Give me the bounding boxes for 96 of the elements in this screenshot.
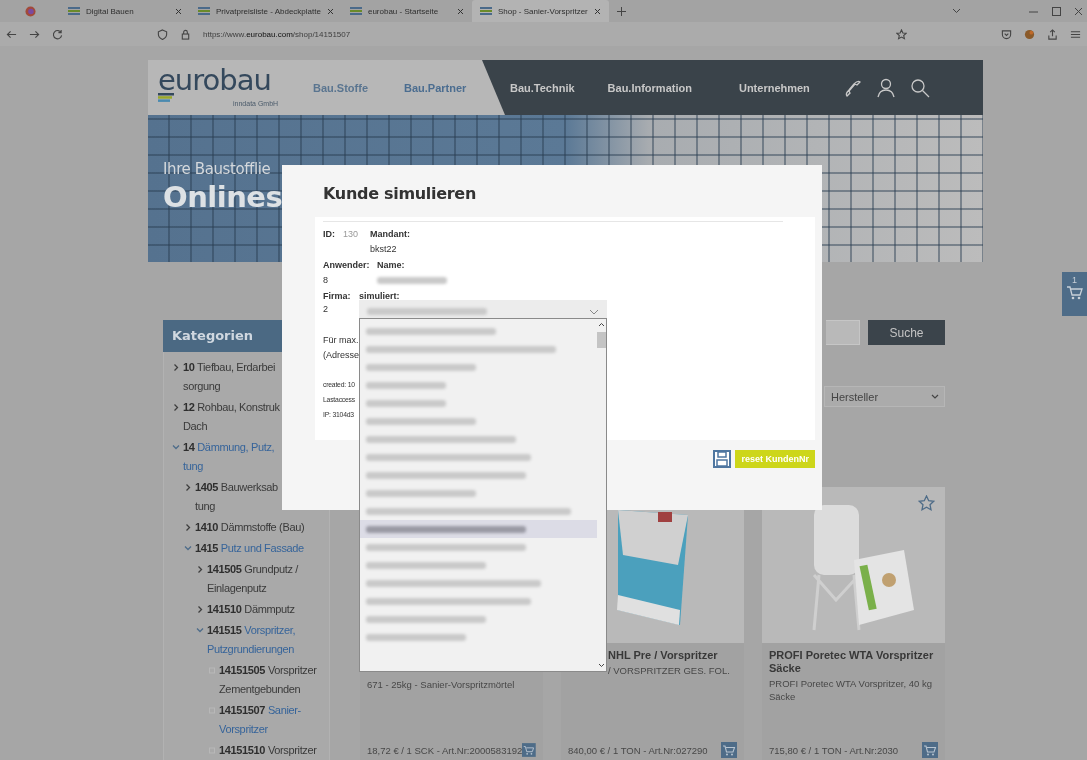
chevron-right-icon[interactable] [172, 363, 180, 372]
browser-tab[interactable]: Digital Bauen [60, 0, 190, 22]
category-link[interactable]: 14151507 Sanier- Vorspritzer [219, 701, 301, 739]
field-label: Mandant: [370, 228, 410, 239]
chevron-down-icon[interactable] [196, 626, 204, 635]
field-label: simuliert: [359, 290, 400, 301]
category-link[interactable]: 141505 Grundputz / Einlagenputz [207, 560, 298, 598]
tab-favicon-icon [479, 6, 492, 16]
extension-icon[interactable] [1024, 28, 1035, 40]
chevron-right-icon[interactable] [196, 605, 204, 614]
field-label: Anwender: [323, 259, 371, 270]
search-field[interactable] [826, 320, 860, 345]
category-link[interactable]: 1405 Bauwerksab tung [195, 478, 278, 516]
category-link[interactable]: 141510 Dämmputz [207, 600, 295, 619]
note-text: (Adresse [323, 350, 359, 360]
category-link[interactable]: 141515 Vorspritzer, Putzgrundierungen [207, 621, 296, 659]
tab-favicon-icon [68, 6, 80, 16]
cart-icon[interactable] [721, 742, 737, 758]
field-value: bkst22 [370, 244, 397, 255]
product-price: 840,00 € / 1 TON - Art.Nr:027290 [568, 744, 708, 756]
close-icon[interactable] [456, 7, 464, 15]
close-icon[interactable] [1075, 6, 1083, 16]
pocket-icon[interactable] [1001, 28, 1012, 40]
nav-link[interactable]: Bau.Information [607, 81, 692, 94]
back-arrow-icon[interactable] [6, 28, 17, 40]
browser-tab[interactable]: Shop - Sanier-Vorspritzer [471, 0, 609, 22]
menu-icon[interactable] [1070, 28, 1081, 40]
user-icon[interactable] [875, 77, 896, 98]
hero-headline: Onlines [163, 180, 283, 214]
close-icon[interactable] [175, 7, 182, 15]
forward-arrow-icon[interactable] [29, 28, 40, 40]
redacted-text [377, 276, 447, 284]
cart-icon[interactable] [522, 742, 536, 758]
tab-favicon-icon [349, 6, 362, 16]
product-title[interactable]: PROFI Poretec WTA Vorspritzer Säcke [769, 649, 938, 675]
chevron-right-icon[interactable] [184, 523, 192, 532]
field-label: Name: [377, 259, 405, 270]
browser-tab[interactable]: Privatpreisliste - Abdeckplatte [190, 0, 342, 22]
close-icon[interactable] [593, 7, 601, 15]
lock-icon[interactable] [180, 28, 191, 40]
product-price: 18,72 € / 1 SCK - Art.Nr:2000583192 [367, 744, 523, 756]
scroll-down-icon[interactable] [598, 663, 605, 668]
logo-stripes-icon [158, 93, 174, 102]
product-description: / VORSPRITZER GES. FOL. [608, 664, 731, 677]
field-label: Firma: [323, 290, 352, 301]
cart-count: 1 [1072, 275, 1077, 285]
field-value: 8 [323, 275, 329, 286]
new-tab-icon[interactable] [616, 6, 626, 16]
category-link[interactable]: 14151505 Vorspritzer Zementgebunden [219, 661, 317, 699]
field-value: 130 [343, 228, 360, 239]
chevron-down-icon[interactable] [952, 8, 961, 14]
product-price: 715,80 € / 1 TON - Art.Nr:2030 [769, 744, 899, 756]
category-link[interactable]: 10 Tiefbau, Erdarbei sorgung [183, 358, 276, 396]
chevron-down-icon[interactable] [589, 308, 599, 315]
hero-tagline: Ihre Baustofflie [163, 160, 271, 178]
chevron-right-icon[interactable] [172, 403, 180, 412]
chevron-down-icon[interactable] [172, 443, 180, 452]
browser-tab[interactable]: eurobau - Startseite [341, 0, 472, 22]
product-description: PROFI Poretec WTA Vorspritzer, 40 kg Säcke [769, 677, 933, 703]
search-icon[interactable] [909, 77, 930, 98]
cart-icon[interactable] [1065, 285, 1084, 301]
category-link[interactable]: 14151510 Vorspritzer [219, 741, 317, 760]
chevron-down-icon[interactable] [931, 394, 939, 399]
category-link[interactable]: 14 Dämmung, Putz, tung [183, 438, 275, 476]
dropdown-option[interactable] [360, 520, 597, 538]
category-link[interactable]: 12 Rohbau, Konstruk Dach [183, 398, 280, 436]
share-icon[interactable] [1047, 28, 1058, 40]
nav-link[interactable]: Bau.Technik [510, 81, 575, 94]
shield-icon[interactable] [157, 28, 168, 40]
field-label: ID: [323, 228, 336, 239]
search-button[interactable]: Suche [868, 320, 945, 345]
nav-link[interactable]: Unternehmen [738, 81, 810, 94]
dialog-title: Kunde simulieren [322, 183, 477, 205]
product-title[interactable]: NHL Pre / Vorspritzer [608, 649, 737, 662]
chevron-down-icon[interactable] [184, 544, 192, 553]
address-url[interactable]: https://www.eurobau.com/shop/14151507 [203, 29, 351, 39]
category-link[interactable]: 1410 Dämmstoffe (Bau) [195, 518, 305, 537]
tab-favicon-icon [198, 6, 210, 16]
category-link[interactable]: 1415 Putz und Fassade [195, 539, 304, 558]
scrollbar-thumb[interactable] [597, 332, 606, 348]
product-card[interactable]: PROFI Poretec WTA Vorspritzer Säcke PROFI Poretec WTA Vorspritzer, 40 kg Säcke 715,80 € / 1 TON - Art.Nr:2030 [762, 487, 945, 760]
product-description: 671 - 25kg - Sanier-Vorspritzmörtel [367, 678, 516, 691]
scroll-up-icon[interactable] [598, 322, 605, 327]
logo-text[interactable]: eurobau [158, 66, 271, 95]
chevron-right-icon[interactable] [196, 565, 204, 574]
chevron-right-icon[interactable] [184, 483, 192, 492]
bookmark-star-icon[interactable] [896, 28, 907, 40]
save-icon[interactable] [713, 450, 732, 468]
maximize-icon[interactable] [1052, 6, 1061, 16]
field-value: 2 [323, 303, 329, 314]
reload-icon[interactable] [52, 28, 63, 40]
star-icon[interactable] [918, 495, 935, 512]
cart-icon[interactable] [922, 742, 938, 758]
manufacturer-select[interactable]: Hersteller [824, 386, 945, 407]
close-icon[interactable] [326, 7, 334, 15]
browser-logo-icon[interactable] [24, 5, 36, 17]
